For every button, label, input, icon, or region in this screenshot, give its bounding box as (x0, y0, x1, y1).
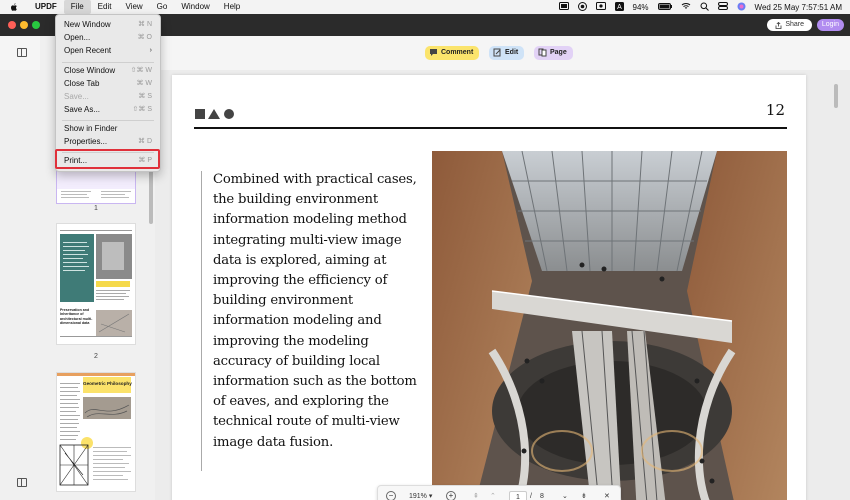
previous-page-icon[interactable]: ⌃ (490, 491, 496, 500)
page-icon (538, 48, 547, 57)
shortcut-label: ⌘ S (138, 93, 152, 100)
menu-separator (62, 62, 154, 63)
share-icon (775, 21, 782, 29)
edit-label: Edit (505, 49, 519, 56)
page-body-text[interactable]: Combined with practical cases, the build… (213, 170, 418, 453)
share-label: Share (785, 21, 804, 28)
menu-item-close-tab[interactable]: Close Tab ⌘ W (56, 78, 160, 90)
menu-file[interactable]: File (63, 0, 91, 14)
shortcut-label: ⌘ D (138, 138, 152, 145)
current-page-input[interactable]: 1 (509, 491, 527, 500)
page-header-logo-icon (195, 108, 237, 120)
wifi-icon[interactable] (681, 2, 691, 12)
login-button[interactable]: Login (816, 19, 844, 31)
print-highlight-box (55, 149, 160, 169)
menu-bar-clock[interactable]: Wed 25 May 7:57:51 AM (755, 3, 842, 12)
comment-mode-button[interactable]: Comment (425, 46, 480, 60)
page-number-label: 12 (765, 101, 785, 119)
minimize-window-button[interactable] (20, 21, 28, 29)
battery-icon[interactable] (657, 2, 672, 12)
thumbnail-page-number: 1 (94, 205, 98, 212)
atrium-escalator-photo (432, 151, 787, 500)
page-separator: / (530, 493, 532, 500)
page-label: Page (550, 49, 567, 56)
menu-item-new-window[interactable]: New Window ⌘ N (56, 19, 160, 31)
shortcut-label: ⇧⌘ W (130, 67, 152, 74)
svg-text:A: A (617, 4, 622, 11)
shortcut-label: ⌘ O (137, 34, 152, 41)
shortcut-label: ⇧⌘ S (132, 106, 152, 113)
shortcut-label: ⌘ N (138, 21, 152, 28)
menu-item-label: Save... (64, 92, 89, 101)
menu-item-label: Close Tab (64, 79, 100, 88)
zoom-in-button[interactable]: + (446, 491, 456, 500)
menu-item-close-window[interactable]: Close Window ⇧⌘ W (56, 65, 160, 77)
thumbnail-page-2-preview (60, 230, 132, 337)
record-icon[interactable] (577, 1, 587, 13)
menu-item-label: Save As... (64, 105, 101, 114)
menu-app-updf[interactable]: UPDF (28, 0, 64, 14)
thumbnail-page-3-preview (57, 373, 135, 486)
control-center-icon[interactable] (717, 2, 728, 12)
comment-label: Comment (441, 49, 474, 56)
menu-item-open[interactable]: Open... ⌘ O (56, 32, 160, 44)
menu-separator (62, 120, 154, 121)
input-source-icon[interactable]: A (614, 1, 624, 13)
first-page-icon[interactable]: ⇞ (473, 491, 479, 500)
close-window-button[interactable] (8, 21, 16, 29)
thumbnail-page-3-title: Geometric Philosophy (83, 381, 132, 386)
edit-icon (493, 48, 501, 57)
menu-item-properties[interactable]: Properties... ⌘ D (56, 136, 160, 148)
menu-window[interactable]: Window (174, 0, 216, 14)
zoom-out-button[interactable]: − (386, 491, 396, 500)
menu-help[interactable]: Help (217, 0, 247, 14)
last-page-icon[interactable]: ⇟ (581, 491, 587, 500)
sidebar-toggle-icon[interactable] (17, 48, 27, 57)
battery-percent: 94% (632, 2, 649, 12)
menu-item-label: Properties... (64, 137, 108, 146)
apple-icon[interactable] (9, 2, 19, 12)
thumbnail-page-2-title: Preservation and Inheritance of architec… (60, 308, 93, 326)
edit-mode-button[interactable]: Edit (489, 46, 525, 60)
zoom-level-value: 191% (409, 493, 427, 500)
sidebar-bottom-toggle-icon[interactable] (17, 478, 27, 487)
share-button[interactable]: Share (767, 19, 812, 31)
zoom-navigation-bar: − 191% ▾ + ⇞ ⌃ 1 / 8 ⌄ ⇟ ✕ (377, 485, 621, 500)
menu-item-open-recent[interactable]: Open Recent › (56, 45, 160, 57)
menu-item-save: Save... ⌘ S (56, 91, 160, 103)
shortcut-label: ⌘ W (136, 80, 152, 87)
menu-item-label: Show in Finder (64, 124, 118, 133)
document-scrollbar[interactable] (834, 84, 838, 108)
menu-item-label: New Window (64, 20, 111, 29)
spotlight-search-icon[interactable] (700, 2, 709, 13)
document-page: 12 Combined with practical cases, the bu… (172, 75, 806, 500)
menu-item-show-in-finder[interactable]: Show in Finder (56, 123, 160, 135)
next-page-icon[interactable]: ⌄ (562, 491, 568, 500)
document-viewer: 12 Combined with practical cases, the bu… (155, 70, 850, 500)
menu-view[interactable]: View (118, 0, 149, 14)
menu-edit[interactable]: Edit (91, 0, 119, 14)
thumbnail-page-2[interactable] (56, 223, 136, 345)
macos-menu-bar: UPDF File Edit View Go Window Help A 94%… (0, 0, 850, 14)
zoom-window-button[interactable] (32, 21, 40, 29)
menu-item-save-as[interactable]: Save As... ⇧⌘ S (56, 104, 160, 116)
screenshot-icon[interactable] (595, 2, 606, 12)
siri-icon[interactable] (737, 2, 746, 13)
menu-go[interactable]: Go (150, 0, 175, 14)
menu-item-label: Close Window (64, 66, 116, 75)
zoom-level-select[interactable]: 191% ▾ (409, 491, 432, 500)
menu-item-label: Open Recent (64, 46, 112, 55)
page-mode-button[interactable]: Page (534, 46, 573, 60)
display-icon[interactable] (558, 2, 569, 12)
total-pages-label: 8 (540, 493, 544, 500)
text-side-bar (201, 171, 202, 471)
menu-item-label: Open... (64, 33, 91, 42)
submenu-chevron-icon: › (149, 47, 152, 54)
thumbnail-page-3[interactable] (56, 372, 136, 492)
comment-icon (430, 49, 437, 56)
close-navigation-icon[interactable]: ✕ (604, 491, 610, 500)
thumbnail-page-number: 2 (94, 353, 98, 360)
header-rule (194, 127, 787, 129)
